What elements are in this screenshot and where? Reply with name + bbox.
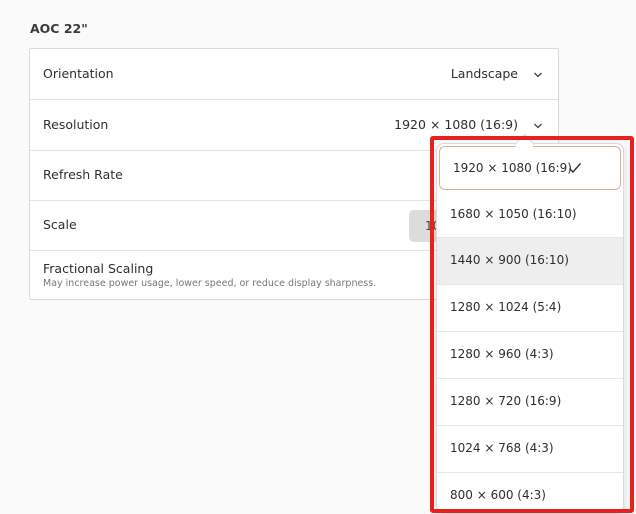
chevron-down-icon [534,123,542,129]
scale-label: Scale [43,217,77,232]
resolution-option-label: 1440 × 900 (16:10) [450,253,569,267]
resolution-option[interactable]: 1280 × 1024 (5:4) [437,285,623,332]
resolution-option[interactable]: 1280 × 720 (16:9) [437,379,623,426]
resolution-option-label: 800 × 600 (4:3) [450,488,546,502]
orientation-label: Orientation [43,66,114,81]
resolution-option-label: 1024 × 768 (4:3) [450,441,554,455]
refresh-rate-label: Refresh Rate [43,167,123,182]
resolution-option[interactable]: 1024 × 768 (4:3) [437,426,623,473]
resolution-option-label: 1920 × 1080 (16:9) [453,161,572,175]
resolution-option-label: 1280 × 960 (4:3) [450,347,554,361]
resolution-option[interactable]: 1920 × 1080 (16:9) [439,146,621,190]
orientation-value: Landscape [450,66,518,81]
resolution-option[interactable]: 1280 × 960 (4:3) [437,332,623,379]
chevron-down-icon [534,72,542,78]
resolution-label: Resolution [43,117,109,132]
resolution-option[interactable]: 800 × 600 (4:3) [437,473,623,513]
resolution-option-label: 1680 × 1050 (16:10) [450,207,577,221]
monitor-title: AOC 22" [30,21,88,36]
fractional-scaling-description: May increase power usage, lower speed, o… [43,278,377,289]
resolution-dropdown-menu: 1920 × 1080 (16:9) 1680 × 1050 (16:10) 1… [436,143,624,514]
resolution-value: 1920 × 1080 (16:9) [394,117,518,132]
checkmark-icon [569,163,582,174]
resolution-option-label: 1280 × 1024 (5:4) [450,300,562,314]
resolution-option[interactable]: 1680 × 1050 (16:10) [437,192,623,238]
resolution-option[interactable]: 1440 × 900 (16:10) [437,238,623,285]
orientation-row[interactable]: Orientation Landscape [30,49,558,100]
resolution-option-label: 1280 × 720 (16:9) [450,394,562,408]
fractional-scaling-label: Fractional Scaling [43,261,154,276]
